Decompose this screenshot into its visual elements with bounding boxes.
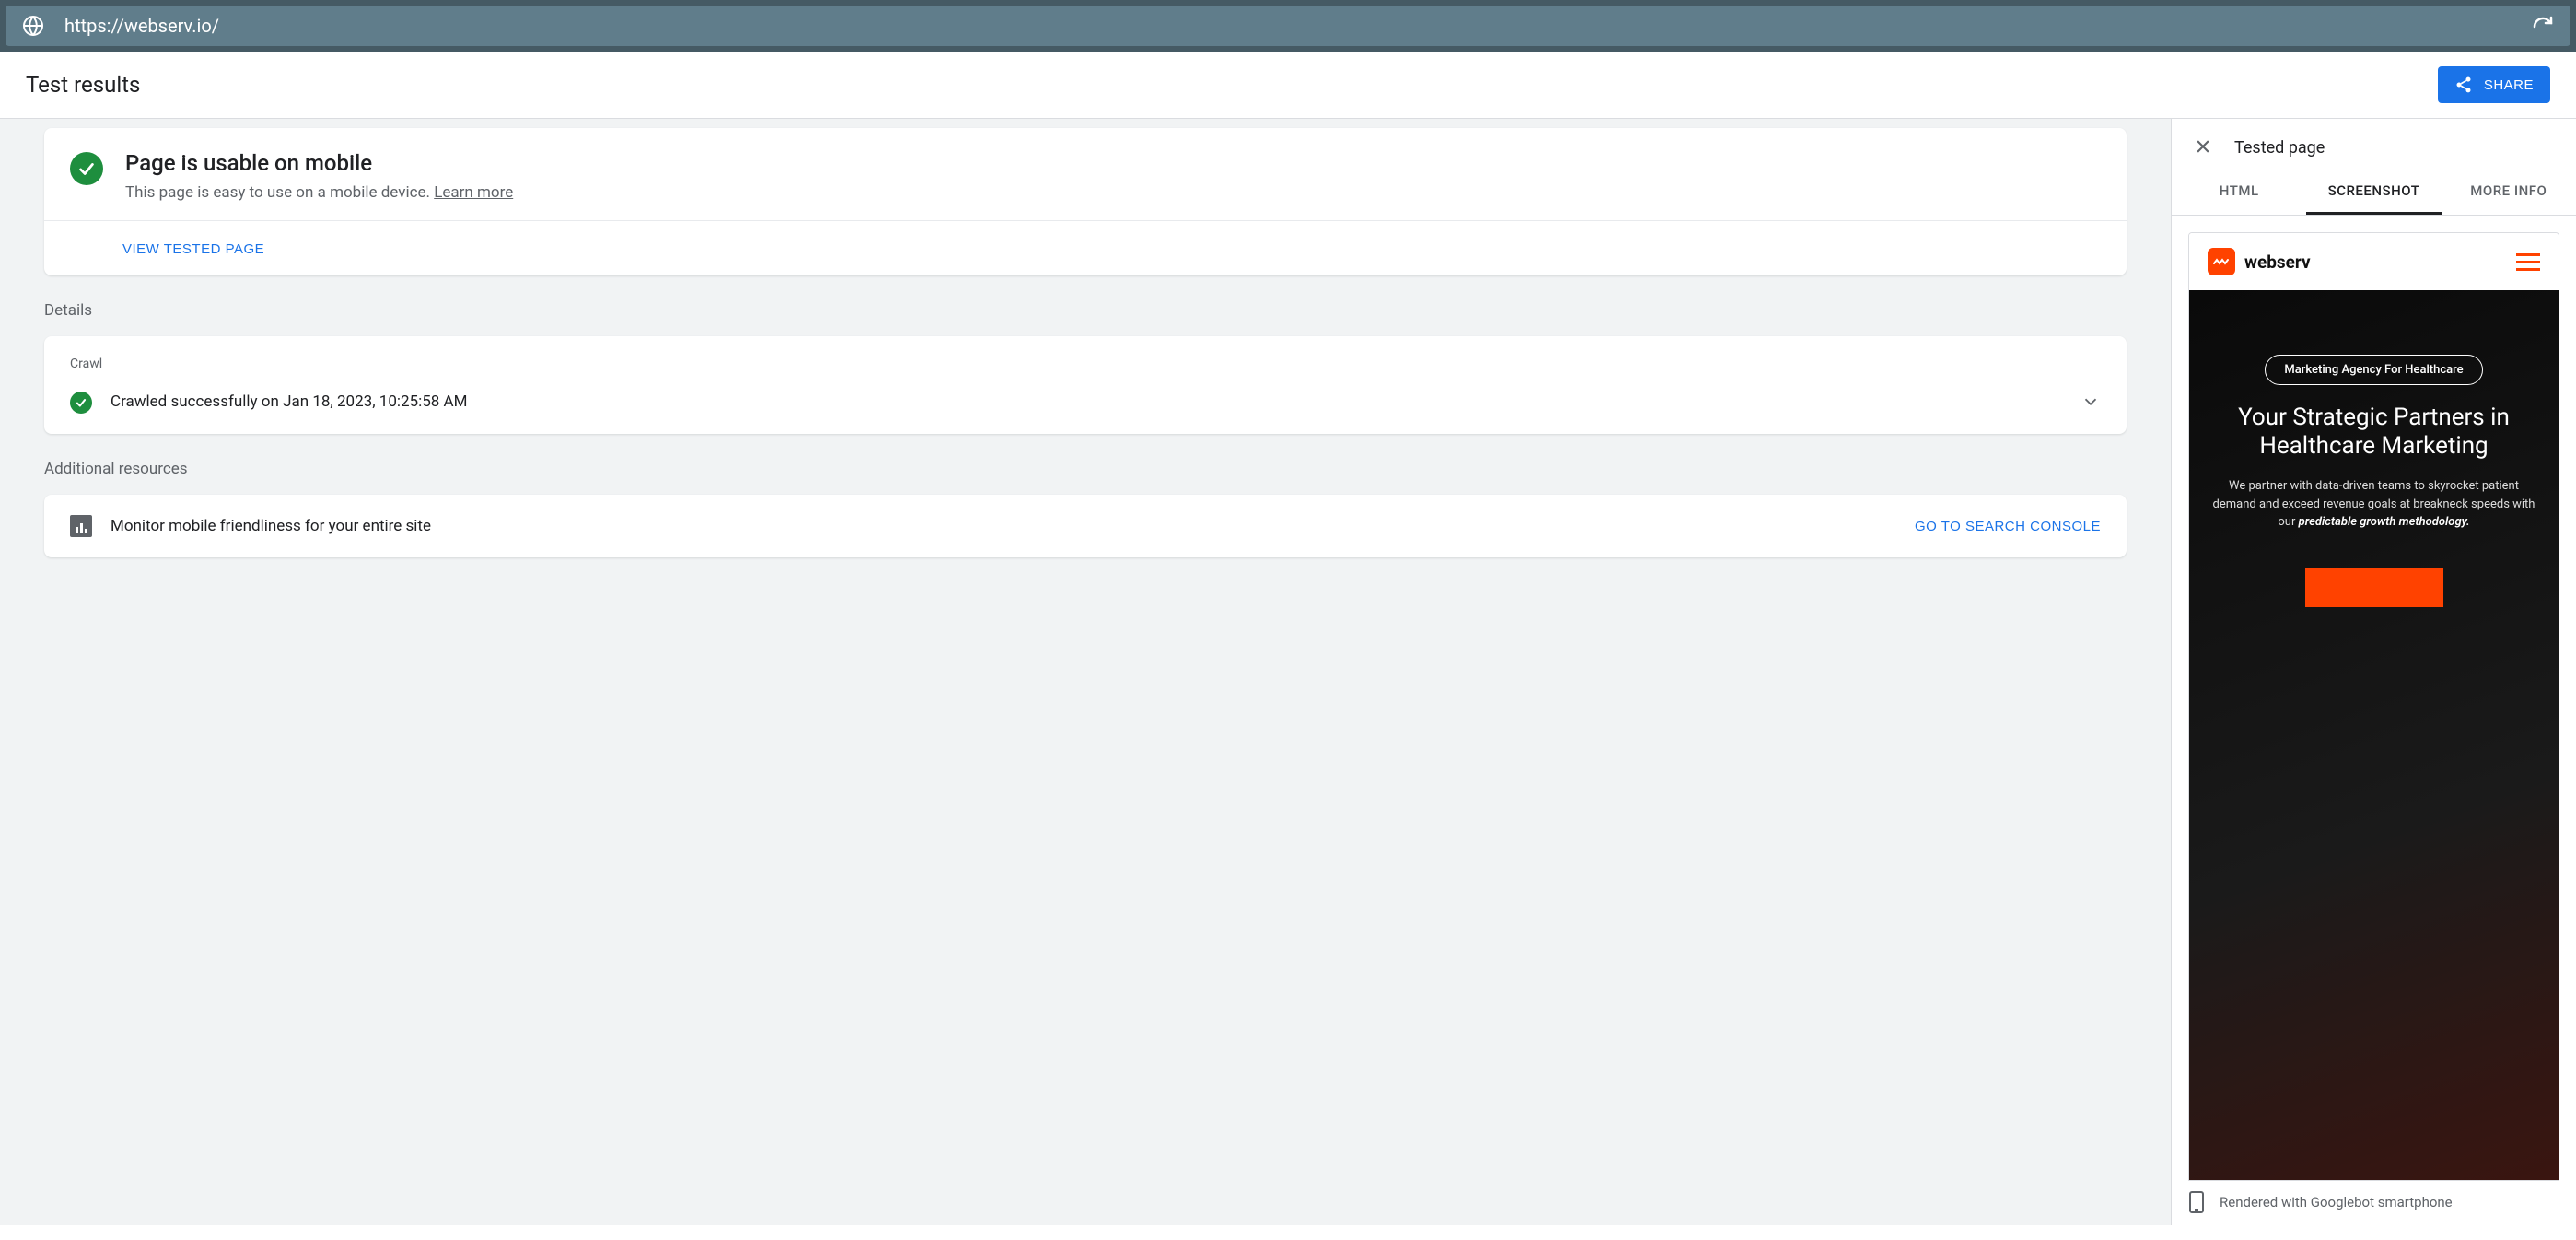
tab-screenshot[interactable]: SCREENSHOT	[2306, 170, 2441, 215]
status-subtext: This page is easy to use on a mobile dev…	[125, 183, 513, 202]
share-button[interactable]: SHARE	[2438, 66, 2550, 103]
hamburger-icon	[2516, 253, 2540, 271]
header: Test results SHARE	[0, 52, 2576, 119]
mobile-preview: webserv Marketing Agency For Healthcare …	[2188, 232, 2559, 1181]
url-bar: https://webserv.io/	[0, 0, 2576, 52]
preview-heading: Your Strategic Partners in Healthcare Ma…	[2238, 404, 2510, 461]
analytics-icon	[70, 515, 92, 537]
preview-paragraph: We partner with data-driven teams to sky…	[2209, 477, 2538, 532]
refresh-icon[interactable]	[2532, 15, 2554, 37]
page-title: Test results	[26, 72, 140, 98]
tested-page-panel: Tested page HTML SCREENSHOT MORE INFO we…	[2171, 119, 2576, 1225]
render-note: Rendered with Googlebot smartphone	[2172, 1181, 2576, 1225]
close-button[interactable]	[2190, 134, 2216, 162]
crawl-card[interactable]: Crawl Crawled successfully on Jan 18, 20…	[44, 336, 2127, 434]
body-area: Page is usable on mobile This page is ea…	[0, 119, 2576, 1225]
preview-brand: webserv	[2244, 252, 2311, 273]
status-card: Page is usable on mobile This page is ea…	[44, 128, 2127, 275]
share-label: SHARE	[2484, 77, 2534, 93]
monitor-text: Monitor mobile friendliness for your ent…	[111, 517, 1896, 535]
preview-header: webserv	[2189, 233, 2559, 290]
learn-more-link[interactable]: Learn more	[434, 183, 513, 202]
logo-mark-icon	[2208, 248, 2235, 275]
close-icon	[2194, 137, 2212, 156]
check-icon	[70, 152, 103, 185]
preview-pill: Marketing Agency For Healthcare	[2265, 355, 2482, 385]
globe-icon	[22, 15, 44, 37]
additional-resources-label: Additional resources	[44, 460, 2127, 478]
tab-html[interactable]: HTML	[2172, 170, 2306, 215]
resource-card: Monitor mobile friendliness for your ent…	[44, 495, 2127, 557]
url-input[interactable]: https://webserv.io/	[6, 6, 2570, 46]
preview-hero: Marketing Agency For Healthcare Your Str…	[2189, 290, 2559, 1180]
check-icon	[70, 392, 92, 414]
status-heading: Page is usable on mobile	[125, 150, 513, 176]
preview-cta-button	[2305, 568, 2443, 607]
smartphone-icon	[2188, 1190, 2205, 1214]
tab-more-info[interactable]: MORE INFO	[2442, 170, 2576, 215]
share-icon	[2454, 76, 2473, 94]
preview-area: webserv Marketing Agency For Healthcare …	[2172, 216, 2576, 1181]
search-console-button[interactable]: GO TO SEARCH CONSOLE	[1915, 519, 2101, 534]
main-column: Page is usable on mobile This page is ea…	[0, 119, 2171, 1225]
details-label: Details	[44, 301, 2127, 320]
crawl-status: Crawled successfully on Jan 18, 2023, 10…	[111, 392, 2062, 411]
chevron-down-icon[interactable]	[2081, 392, 2101, 412]
crawl-label: Crawl	[70, 357, 2101, 371]
view-tested-page-button[interactable]: VIEW TESTED PAGE	[122, 241, 264, 257]
url-text: https://webserv.io/	[64, 15, 2512, 37]
side-panel-title: Tested page	[2234, 138, 2325, 158]
preview-logo: webserv	[2208, 248, 2311, 275]
tabs: HTML SCREENSHOT MORE INFO	[2172, 170, 2576, 216]
